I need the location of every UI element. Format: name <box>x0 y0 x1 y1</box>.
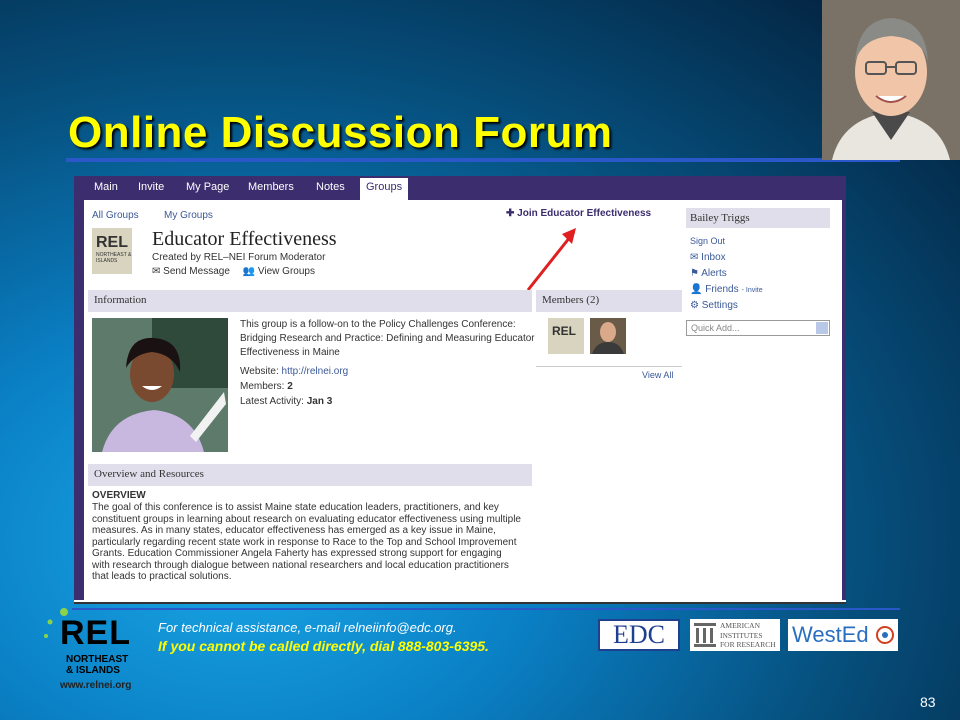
nav-main[interactable]: Main <box>94 181 118 193</box>
website-label: Website: <box>240 366 279 377</box>
invite-label[interactable]: - Invite <box>742 287 763 294</box>
information-text: This group is a follow-on to the Policy … <box>240 319 535 358</box>
columns-icon <box>694 623 716 647</box>
title-underline <box>66 158 900 162</box>
teacher-photo <box>92 318 228 452</box>
presenter-photo <box>822 0 960 160</box>
user-panel-header: Bailey Triggs <box>686 208 830 228</box>
menu-settings-label: Settings <box>701 300 738 311</box>
wested-logo: WestEd <box>788 619 898 651</box>
nav-invite[interactable]: Invite <box>138 181 164 193</box>
air-line-2: INSTITUTES <box>720 630 763 640</box>
quick-add-select[interactable]: Quick Add... <box>686 320 830 336</box>
members-label: Members: <box>240 381 285 392</box>
wested-logo-text: WestEd <box>792 622 869 647</box>
edc-logo: EDC <box>598 619 680 651</box>
rel-logo-sub1: NORTHEAST <box>66 654 129 665</box>
nav-members[interactable]: Members <box>248 181 294 193</box>
panel-border-left <box>74 200 84 600</box>
sign-out-link[interactable]: Sign Out <box>690 236 725 246</box>
join-group-link[interactable]: ✚ Join Educator Effectiveness <box>506 208 651 219</box>
breadcrumb-all-groups[interactable]: All Groups <box>92 210 139 221</box>
website-link[interactable]: http://relnei.org <box>282 366 349 377</box>
members-header: Members (2) <box>536 290 682 312</box>
latest-value: Jan 3 <box>306 396 333 407</box>
group-logo-sub: NORTHEAST & ISLANDS <box>96 252 132 264</box>
nav-groups[interactable]: Groups <box>360 178 409 200</box>
rel-footer-logo: REL NORTHEAST & ISLANDS www.relnei.org <box>40 606 150 696</box>
overview-title: OVERVIEW <box>92 490 146 501</box>
nav-notes[interactable]: Notes <box>316 181 345 193</box>
footer-note: For technical assistance, e-mail relneii… <box>158 620 457 635</box>
group-title: Educator Effectiveness <box>152 228 337 250</box>
nav-my-page[interactable]: My Page <box>186 181 229 193</box>
rel-url: www.relnei.org <box>60 680 132 691</box>
rel-logo-text: REL <box>60 614 131 652</box>
latest-label: Latest Activity: <box>240 396 304 407</box>
menu-alerts[interactable]: ⚑ Alerts <box>690 268 727 279</box>
send-message-link[interactable]: Send Message <box>163 266 230 277</box>
rel-logo-sub2: & ISLANDS <box>66 665 120 676</box>
member-avatar-rel-text: REL <box>552 324 576 338</box>
join-label: Join Educator Effectiveness <box>517 208 652 219</box>
air-logo-text: AMERICAN INSTITUTES FOR RESEARCH <box>720 621 776 650</box>
breadcrumb-my-groups[interactable]: My Groups <box>164 210 213 221</box>
members-count: 2 <box>287 381 293 392</box>
panel-border-right <box>842 200 846 600</box>
slide-title: Online Discussion Forum <box>68 108 613 157</box>
plus-icon: ✚ <box>506 208 518 219</box>
overview-text: The goal of this conference is to assist… <box>92 502 521 582</box>
menu-friends[interactable]: 👤 Friends - Invite <box>690 284 763 295</box>
wested-mark-icon <box>876 626 894 644</box>
forum-screenshot: Main Invite My Page Members Notes Groups… <box>74 176 846 604</box>
air-logo: AMERICAN INSTITUTES FOR RESEARCH <box>690 619 780 651</box>
members-divider <box>536 366 682 367</box>
website-row: Website: http://relnei.org <box>240 366 348 377</box>
latest-row: Latest Activity: Jan 3 <box>240 396 332 407</box>
menu-inbox[interactable]: ✉ Inbox <box>690 252 726 263</box>
menu-settings[interactable]: ⚙ Settings <box>690 300 738 311</box>
person-icon: 👤 <box>690 284 706 295</box>
view-groups-link[interactable]: View Groups <box>258 266 315 277</box>
flag-icon: ⚑ <box>690 268 702 279</box>
member-avatar-rel[interactable]: REL <box>548 318 584 354</box>
quick-add-label: Quick Add... <box>691 323 740 333</box>
menu-inbox-label: Inbox <box>701 252 726 263</box>
envelope-icon: ✉ <box>152 266 164 277</box>
gear-icon: ⚙ <box>690 300 702 311</box>
menu-alerts-label: Alerts <box>701 268 727 279</box>
group-actions: ✉ Send Message 👥 View Groups <box>152 266 315 277</box>
page-number: 83 <box>920 694 936 710</box>
chevron-down-icon <box>816 322 828 334</box>
footer-alert: If you cannot be called directly, dial 8… <box>158 638 489 654</box>
menu-friends-label: Friends <box>705 284 739 295</box>
footer-rule <box>72 608 900 610</box>
air-line-3: FOR RESEARCH <box>720 640 776 649</box>
member-avatar-photo[interactable] <box>590 318 626 354</box>
envelope-icon: ✉ <box>690 252 702 263</box>
members-row: Members: 2 <box>240 381 293 392</box>
red-arrow-icon <box>526 228 576 291</box>
information-header: Information <box>88 290 532 312</box>
group-logo: REL NORTHEAST & ISLANDS <box>92 228 132 274</box>
site-nav: Main Invite My Page Members Notes Groups <box>74 176 846 200</box>
group-created-by: Created by REL–NEI Forum Moderator <box>152 252 326 263</box>
view-all-members-link[interactable]: View All <box>642 370 673 380</box>
overview-header: Overview and Resources <box>88 464 532 486</box>
people-icon: 👥 <box>242 266 258 277</box>
air-line-1: AMERICAN <box>720 621 761 630</box>
group-logo-text: REL <box>96 234 128 251</box>
